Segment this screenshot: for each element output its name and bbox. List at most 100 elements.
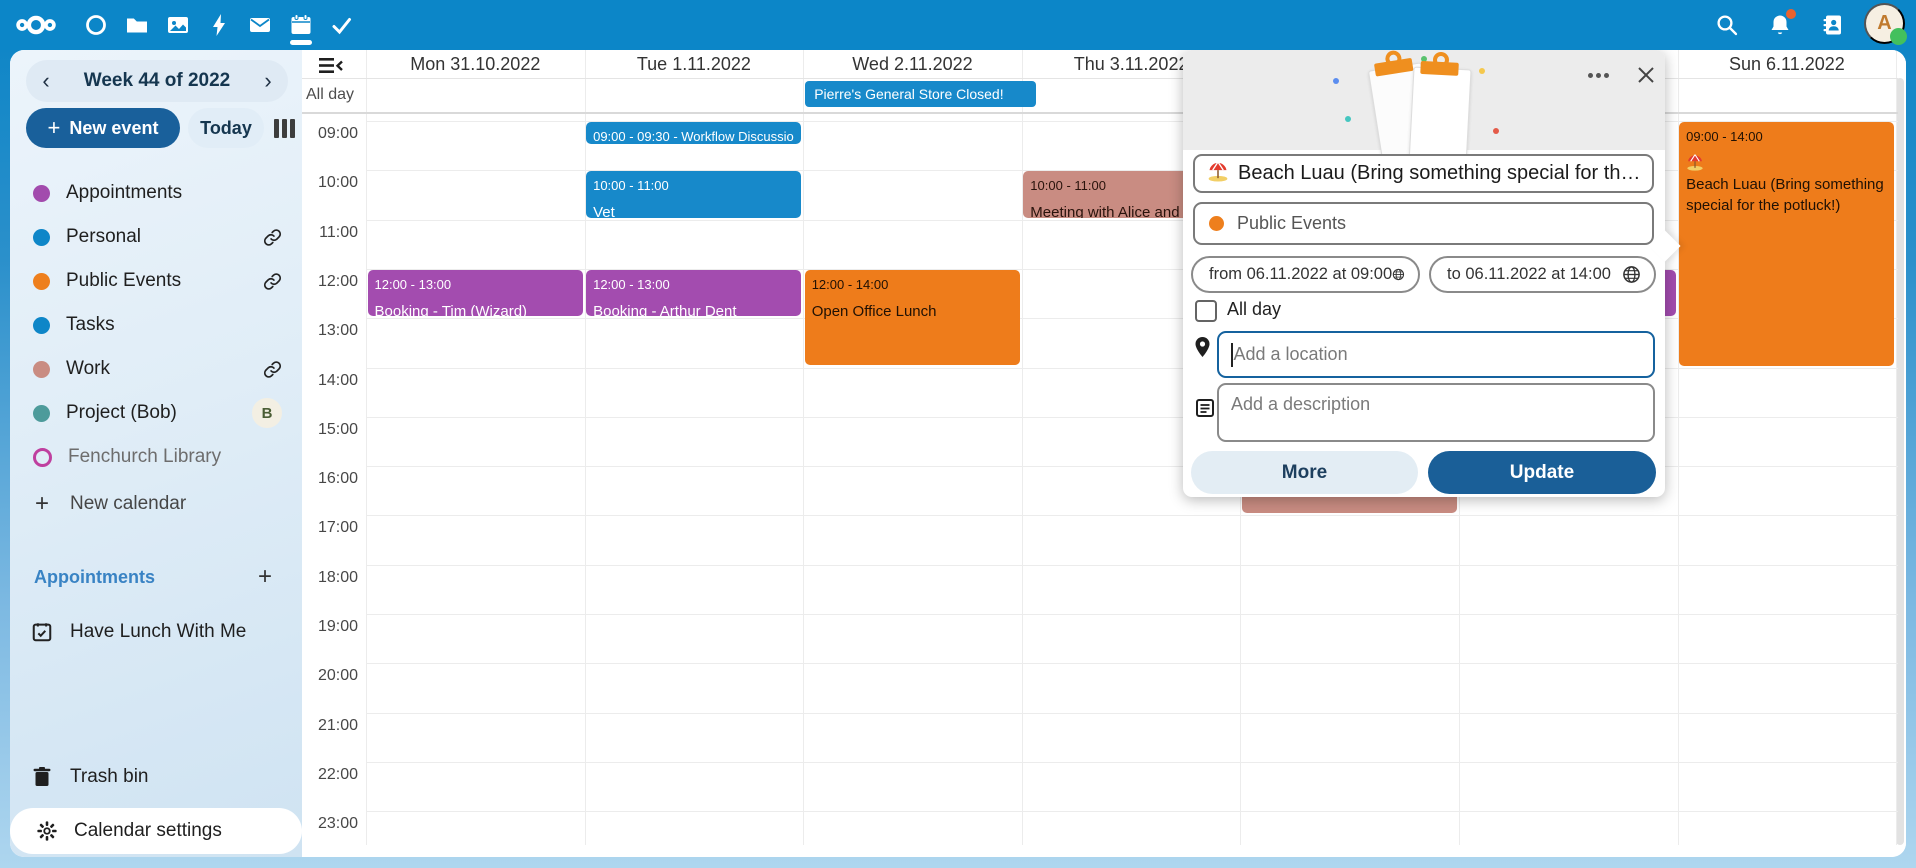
event-editor-popup: Beach Luau (Bring something special for … xyxy=(1183,50,1665,497)
hour-label: 21:00 xyxy=(302,717,358,735)
description-input[interactable]: Add a description xyxy=(1217,383,1655,442)
hour-line xyxy=(366,368,1898,369)
sidebar-calendar-work[interactable]: Work xyxy=(18,347,294,391)
event-title: Open Office Lunch xyxy=(812,301,1013,322)
all-day-label: All day xyxy=(306,86,354,104)
shared-link-icon[interactable] xyxy=(263,228,282,247)
appointment-item[interactable]: Have Lunch With Me xyxy=(18,610,294,654)
event-booking-arthur-dent[interactable]: 12:00 - 13:00 Booking - Arthur Dent xyxy=(586,270,801,316)
app-icon-calendar[interactable] xyxy=(281,5,321,45)
shared-link-icon[interactable] xyxy=(263,272,282,291)
app-icon-photos[interactable] xyxy=(158,5,198,45)
sidebar-calendar-project-bob-[interactable]: Project (Bob)B xyxy=(18,391,294,435)
event-title: Booking - Arthur Dent xyxy=(593,301,794,316)
hour-label: 11:00 xyxy=(302,224,358,242)
notification-badge xyxy=(1786,9,1796,19)
event-open-office-lunch[interactable]: 12:00 - 14:00Open Office Lunch xyxy=(805,270,1020,366)
start-datetime-value: from 06.11.2022 at 09:00 xyxy=(1209,265,1392,284)
event-beach-luau-bring-something-spe[interactable]: 09:00 - 14:00 Beach Luau (Bring somethin… xyxy=(1679,122,1894,366)
shared-link-icon[interactable] xyxy=(263,360,282,379)
scrollbar[interactable] xyxy=(1896,78,1904,845)
grid-column-line xyxy=(1022,50,1023,845)
week-title: Week 44 of 2022 xyxy=(84,70,230,92)
event-time: 12:00 - 13:00 xyxy=(593,275,794,294)
hour-label: 09:00 xyxy=(302,125,358,143)
add-appointment-button[interactable]: + xyxy=(252,562,278,592)
new-calendar-button[interactable]: + New calendar xyxy=(18,482,294,526)
more-button[interactable]: More xyxy=(1191,451,1418,494)
calendar-color-dot xyxy=(1209,216,1224,231)
trash-bin-button[interactable]: Trash bin xyxy=(18,755,294,799)
event--workflow-discussion[interactable]: 09:00 - 09:30 - Workflow Discussion xyxy=(586,122,801,144)
event-time: 09:00 - 14:00 xyxy=(1686,127,1887,146)
update-button[interactable]: Update xyxy=(1428,451,1656,494)
app-icon-activity[interactable] xyxy=(199,5,239,45)
hour-label: 17:00 xyxy=(302,519,358,537)
start-datetime-picker[interactable]: from 06.11.2022 at 09:00 xyxy=(1191,256,1420,293)
app-icon-tasks[interactable] xyxy=(322,5,362,45)
today-button[interactable]: Today xyxy=(188,108,264,148)
view-columns-icon[interactable] xyxy=(272,116,296,140)
calendar-color-dot xyxy=(33,448,52,467)
hour-label: 16:00 xyxy=(302,470,358,488)
hour-line xyxy=(366,614,1898,615)
new-calendar-label: New calendar xyxy=(70,493,186,515)
calendar-color-dot xyxy=(33,361,50,378)
calendar-label: Appointments xyxy=(66,182,294,204)
end-datetime-picker[interactable]: to 06.11.2022 at 14:00 xyxy=(1429,256,1656,293)
nextcloud-logo[interactable] xyxy=(16,5,56,45)
event-title: Vet xyxy=(593,202,794,217)
new-event-button[interactable]: + New event xyxy=(26,108,180,148)
previous-week-button[interactable]: ‹ xyxy=(26,67,66,95)
hour-line xyxy=(366,663,1898,664)
calendar-color-dot xyxy=(33,229,50,246)
day-header: Mon 31.10.2022 xyxy=(366,50,585,78)
sidebar-calendar-appointments[interactable]: Appointments xyxy=(18,171,294,215)
top-bar: A xyxy=(0,0,1916,50)
all-day-checkbox[interactable] xyxy=(1195,300,1217,322)
location-input[interactable]: Add a location xyxy=(1217,331,1655,378)
event-title-value: Beach Luau (Bring something special for … xyxy=(1238,162,1640,185)
calendar-label: Project (Bob) xyxy=(66,402,252,424)
nextcloud-logo-icon xyxy=(16,10,56,40)
active-app-indicator xyxy=(290,40,312,45)
event-vet[interactable]: 10:00 - 11:00 Vet xyxy=(586,171,801,217)
hour-label: 10:00 xyxy=(302,174,358,192)
calendar-label: Fenchurch Library xyxy=(68,446,294,468)
hour-label: 13:00 xyxy=(302,322,358,340)
sidebar-calendar-personal[interactable]: Personal xyxy=(18,215,294,259)
sidebar-calendar-public-events[interactable]: Public Events xyxy=(18,259,294,303)
contacts-book-icon xyxy=(1821,13,1845,37)
appointment-label: Have Lunch With Me xyxy=(70,621,246,643)
calendar-label: Personal xyxy=(66,226,263,248)
hour-line xyxy=(366,713,1898,714)
event-time: 10:00 - 11:00 xyxy=(593,176,794,195)
calendar-settings-button[interactable]: Calendar settings xyxy=(10,808,302,854)
sidebar-calendar-tasks[interactable]: Tasks xyxy=(18,303,294,347)
event-title: Beach Luau (Bring something special for … xyxy=(1686,153,1887,216)
description-placeholder: Add a description xyxy=(1231,394,1370,415)
hour-label: 18:00 xyxy=(302,569,358,587)
calendar-color-dot xyxy=(33,405,50,422)
event-title-input[interactable]: Beach Luau (Bring something special for … xyxy=(1193,154,1654,193)
sidebar-calendar-fenchurch-library[interactable]: Fenchurch Library xyxy=(18,435,294,479)
allday-event[interactable]: Pierre's General Store Closed! xyxy=(805,81,1036,107)
app-icon-mail[interactable] xyxy=(240,5,280,45)
app-icon-circle[interactable] xyxy=(76,5,116,45)
calendar-label: Tasks xyxy=(66,314,294,336)
timezone-globe-icon xyxy=(1392,265,1405,284)
app-icon-files[interactable] xyxy=(117,5,157,45)
contacts-menu-button[interactable] xyxy=(1813,5,1853,45)
gear-icon xyxy=(36,820,58,842)
sidebar: ‹ Week 44 of 2022 › + New event Today Ap… xyxy=(10,50,302,857)
beach-emoji xyxy=(1686,153,1704,174)
more-actions-icon[interactable] xyxy=(1581,58,1615,92)
grid-column-line xyxy=(585,50,586,845)
trash-icon xyxy=(30,766,54,788)
next-week-button[interactable]: › xyxy=(248,67,288,95)
search-button[interactable] xyxy=(1707,5,1747,45)
event-booking-tim-wizard-[interactable]: 12:00 - 13:00Booking - Tim (Wizard) xyxy=(368,270,583,316)
merge-days-icon[interactable] xyxy=(318,56,344,76)
close-icon[interactable] xyxy=(1629,58,1663,92)
calendar-select[interactable]: Public Events xyxy=(1193,202,1654,245)
